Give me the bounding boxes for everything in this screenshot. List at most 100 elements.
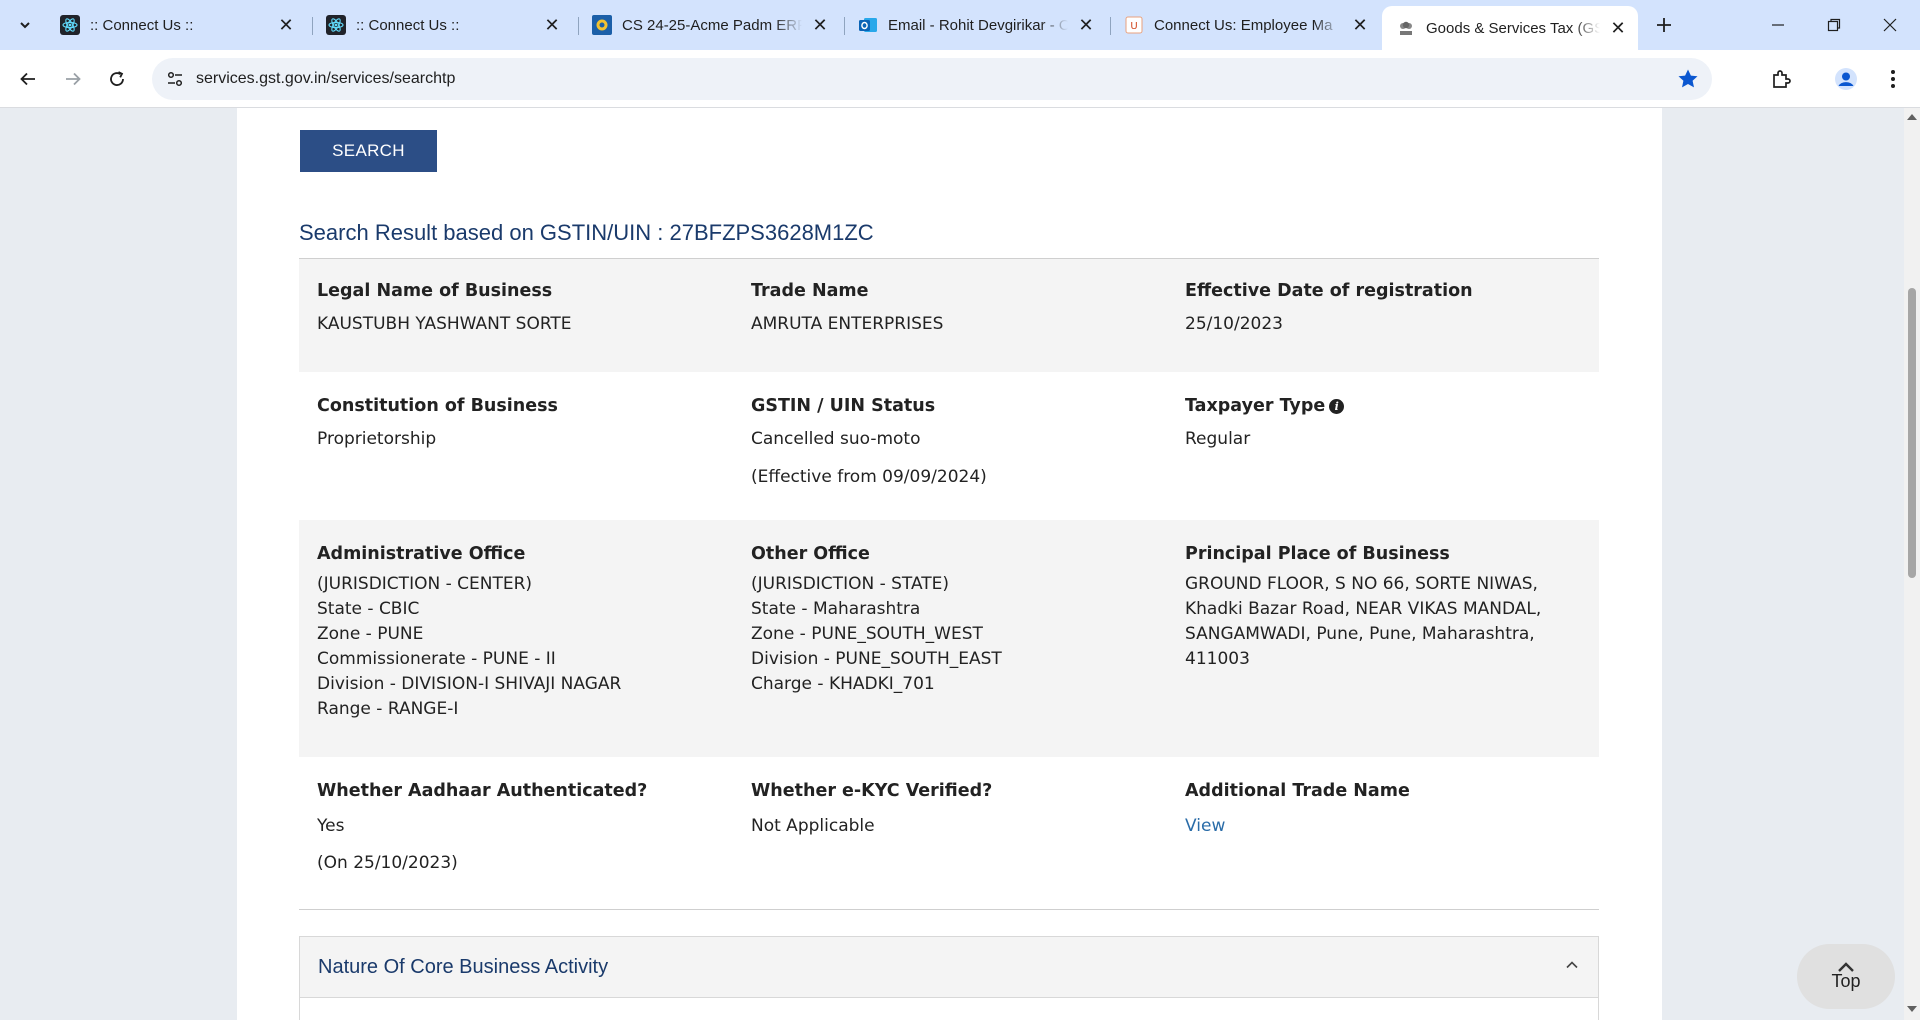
field-label: Effective Date of registration: [1185, 281, 1473, 301]
chevron-up-icon: [1566, 961, 1578, 969]
address-line: Khadki Bazar Road, NEAR VIKAS MANDAL,: [1185, 599, 1542, 619]
browser-tab[interactable]: U Connect Us: Employee Ma ✕: [1110, 8, 1380, 42]
other-office-cell: Other Office (JURISDICTION - STATE) Stat…: [751, 544, 1171, 697]
aadhaar-cell: Whether Aadhaar Authenticated? Yes (On 2…: [317, 781, 737, 876]
close-icon[interactable]: ✕: [1608, 18, 1628, 38]
tab-title: :: Connect Us ::: [356, 16, 460, 34]
erp-icon: [592, 15, 612, 35]
admin-line: Range - RANGE-I: [317, 699, 459, 719]
react-icon: [60, 15, 80, 35]
arrow-right-icon: [66, 72, 81, 86]
legal-name-cell: Legal Name of Business KAUSTUBH YASHWANT…: [317, 281, 737, 337]
tab-search-button[interactable]: [11, 11, 39, 39]
constitution-value: Proprietorship: [317, 429, 437, 449]
minimize-button[interactable]: [1750, 0, 1806, 50]
field-label: GSTIN / UIN Status: [751, 396, 936, 416]
field-label: Administrative Office: [317, 544, 526, 564]
profile-button[interactable]: [1829, 63, 1863, 95]
close-icon[interactable]: ✕: [1076, 15, 1096, 35]
close-icon: [1883, 18, 1897, 32]
taxpayer-type-value: Regular: [1185, 429, 1251, 449]
site-info-button[interactable]: [158, 62, 192, 96]
browser-tab[interactable]: :: Connect Us :: ✕: [46, 8, 306, 42]
admin-line: Division - DIVISION-I SHIVAJI NAGAR: [317, 674, 622, 694]
view-link[interactable]: View: [1185, 814, 1605, 839]
admin-line: Zone - PUNE: [317, 624, 424, 644]
status-cell: GSTIN / UIN Status Cancelled suo-moto (E…: [751, 396, 1171, 490]
field-label: Trade Name: [751, 281, 869, 301]
emblem-icon: [1396, 18, 1416, 38]
details-row: Whether Aadhaar Authenticated? Yes (On 2…: [299, 757, 1599, 897]
close-icon[interactable]: ✕: [810, 15, 830, 35]
address-line: GROUND FLOOR, S NO 66, SORTE NIWAS,: [1185, 574, 1538, 594]
field-label: Legal Name of Business: [317, 281, 553, 301]
forward-button[interactable]: [56, 63, 90, 95]
office-line: State - Maharashtra: [751, 599, 921, 619]
back-button[interactable]: [11, 63, 45, 95]
outlook-icon: [858, 15, 878, 35]
ekyc-value: Not Applicable: [751, 816, 875, 836]
tune-icon: [167, 71, 183, 87]
registration-date-value: 25/10/2023: [1185, 314, 1283, 334]
field-label: Taxpayer Type i: [1185, 396, 1605, 416]
aadhaar-date: (On 25/10/2023): [317, 853, 458, 873]
tab-title: Email - Rohit Devgirikar - O: [888, 16, 1068, 34]
browser-tab-active[interactable]: Goods & Services Tax (GST ✕: [1382, 6, 1638, 50]
bookmark-star-icon[interactable]: [1676, 67, 1700, 91]
field-label: Additional Trade Name: [1185, 781, 1410, 801]
new-tab-button[interactable]: [1650, 11, 1678, 39]
details-row: Administrative Office (JURISDICTION - CE…: [299, 520, 1599, 757]
core-business-accordion[interactable]: Nature Of Core Business Activity: [299, 936, 1599, 998]
tab-title: CS 24-25-Acme Padm ERP: [622, 16, 802, 34]
reload-button[interactable]: [100, 63, 134, 95]
connect-icon: U: [1124, 15, 1144, 35]
trade-name-value: AMRUTA ENTERPRISES: [751, 314, 944, 334]
admin-line: (JURISDICTION - CENTER): [317, 574, 533, 594]
puzzle-icon: [1773, 70, 1791, 88]
extensions-button[interactable]: [1764, 63, 1798, 95]
avatar-icon: [1835, 68, 1857, 90]
address-bar[interactable]: services.gst.gov.in/services/searchtp: [152, 58, 1712, 100]
main-content: SEARCH Search Result based on GSTIN/UIN …: [237, 108, 1662, 1020]
react-icon: [326, 15, 346, 35]
scroll-down-icon[interactable]: [1907, 1006, 1917, 1012]
chevron-down-icon: [20, 22, 30, 29]
tab-title: Connect Us: Employee Ma: [1154, 16, 1333, 34]
page-scrollbar[interactable]: [1904, 108, 1920, 1020]
browser-tab[interactable]: CS 24-25-Acme Padm ERP ✕: [578, 8, 840, 42]
field-label: Constitution of Business: [317, 396, 558, 416]
browser-tab[interactable]: Email - Rohit Devgirikar - O ✕: [844, 8, 1106, 42]
office-line: Charge - KHADKI_701: [751, 674, 935, 694]
field-label: Principal Place of Business: [1185, 544, 1450, 564]
close-window-button[interactable]: [1862, 0, 1918, 50]
scrollbar-thumb[interactable]: [1908, 288, 1916, 578]
close-icon[interactable]: ✕: [1350, 15, 1370, 35]
additional-trade-name-cell: Additional Trade Name View: [1185, 781, 1605, 839]
aadhaar-value: Yes: [317, 816, 345, 836]
admin-line: Commissionerate - PUNE - II: [317, 649, 556, 669]
more-vert-icon: [1891, 70, 1895, 88]
divider: [299, 909, 1599, 910]
reload-icon: [110, 71, 124, 86]
info-icon[interactable]: i: [1329, 399, 1345, 414]
restore-button[interactable]: [1806, 0, 1862, 50]
office-line: Zone - PUNE_SOUTH_WEST: [751, 624, 983, 644]
url-text[interactable]: services.gst.gov.in/services/searchtp: [196, 70, 455, 88]
field-label: Whether e-KYC Verified?: [751, 781, 993, 801]
browser-menu-button[interactable]: [1876, 63, 1910, 95]
trade-name-cell: Trade Name AMRUTA ENTERPRISES: [751, 281, 1171, 337]
close-icon[interactable]: ✕: [276, 15, 296, 35]
browser-tab[interactable]: :: Connect Us :: ✕: [312, 8, 572, 42]
scroll-up-icon[interactable]: [1907, 114, 1917, 120]
status-value: Cancelled suo-moto: [751, 429, 921, 449]
close-icon[interactable]: ✕: [542, 15, 562, 35]
address-line: 411003: [1185, 649, 1250, 669]
page-viewport: SEARCH Search Result based on GSTIN/UIN …: [0, 108, 1904, 1020]
registration-date-cell: Effective Date of registration 25/10/202…: [1185, 281, 1605, 337]
back-to-top-button[interactable]: Top: [1797, 944, 1895, 1009]
search-button[interactable]: SEARCH: [300, 130, 437, 172]
details-row: Legal Name of Business KAUSTUBH YASHWANT…: [299, 259, 1599, 372]
constitution-cell: Constitution of Business Proprietorship: [317, 396, 737, 452]
field-label: Other Office: [751, 544, 870, 564]
top-label: Top: [1831, 971, 1861, 991]
